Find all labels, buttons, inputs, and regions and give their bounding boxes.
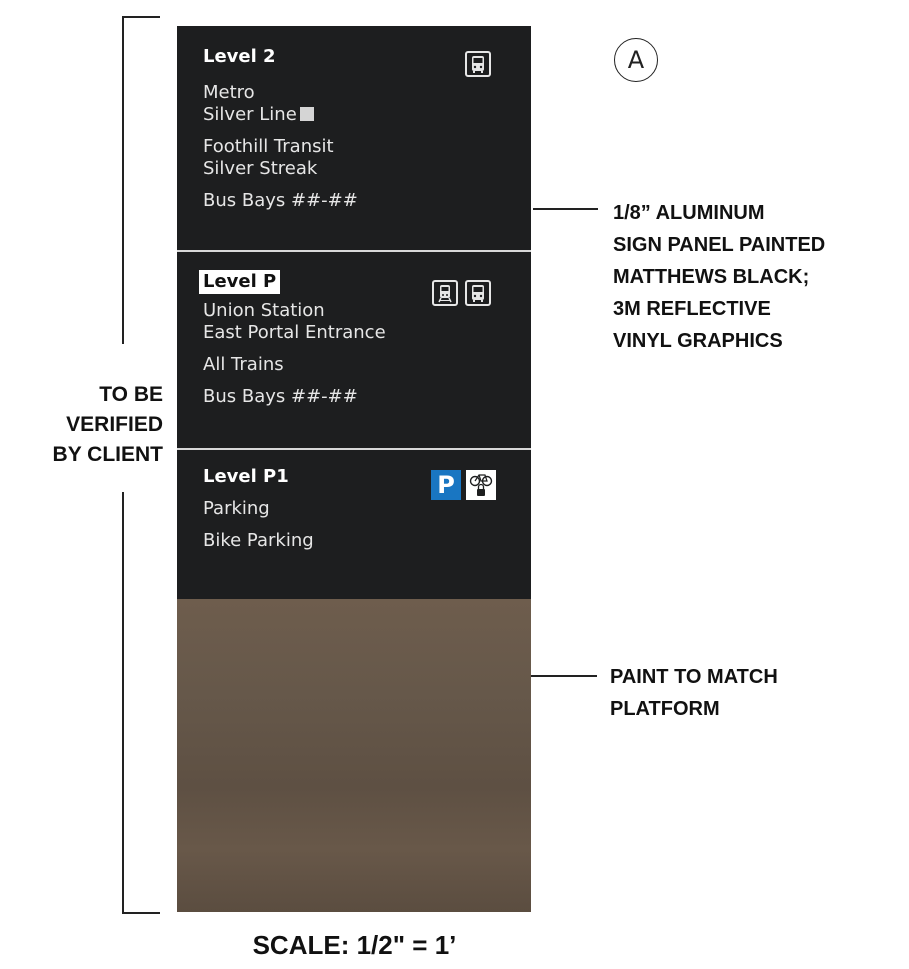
level-2-section: Level 2 Metro Silver Line Foothill Trans…	[203, 46, 358, 212]
line-silver-streak: Silver Streak	[203, 158, 318, 179]
line-foothill: Foothill Transit	[203, 136, 334, 157]
section-divider-1	[177, 250, 531, 252]
sign-type-marker: A	[614, 38, 658, 82]
line-bike-parking: Bike Parking	[203, 530, 314, 551]
line-silver-line: Silver Line	[203, 104, 358, 126]
line-bus-bays-1: Bus Bays ##-##	[203, 190, 358, 211]
panel-note-line-4: 3M REFLECTIVE	[613, 298, 771, 320]
base-note-line-1: PAINT TO MATCH	[610, 666, 778, 688]
level-2-title: Level 2	[203, 46, 276, 67]
panel-note-line-1: 1/8” ALUMINUM	[613, 202, 765, 224]
level-p1-section: Level P1 Parking Bike Parking	[203, 466, 314, 552]
scale-text: SCALE: 1/2" = 1’	[252, 930, 457, 960]
verify-line-1: TO BE	[99, 383, 163, 406]
verify-label: TO BE VERIFIED BY CLIENT	[0, 380, 163, 470]
bracket-bottom-tick	[122, 912, 160, 914]
line-parking: Parking	[203, 498, 270, 519]
parking-icon: P	[431, 470, 461, 500]
bracket-top-tick	[122, 16, 160, 18]
panel-note-line-2: SIGN PANEL PAINTED	[613, 234, 826, 256]
line-bus-bays-2: Bus Bays ##-##	[203, 386, 358, 407]
line-all-trains: All Trains	[203, 354, 284, 375]
sign-base	[177, 599, 531, 912]
bike-lock-icon	[466, 470, 496, 500]
bracket-upper-line	[122, 16, 124, 344]
scale-label: SCALE: 1/2" = 1’	[0, 930, 909, 961]
bus-icon	[465, 280, 491, 306]
bracket-lower-line	[122, 492, 124, 913]
base-note-line-2: PLATFORM	[610, 698, 720, 720]
bus-icon	[465, 51, 491, 77]
panel-leader-line	[533, 208, 598, 210]
panel-note-line-5: VINYL GRAPHICS	[613, 330, 783, 352]
section-divider-2	[177, 448, 531, 450]
base-leader-line	[531, 675, 597, 677]
base-paint-note: PAINT TO MATCH PLATFORM	[610, 661, 778, 725]
line-metro: Metro	[203, 82, 255, 103]
verify-line-2: VERIFIED	[66, 413, 163, 436]
level-p-title: Level P	[199, 270, 281, 294]
silver-line-swatch-icon	[299, 107, 314, 121]
level-p1-title: Level P1	[203, 466, 289, 487]
line-east-portal: East Portal Entrance	[203, 322, 386, 343]
verify-line-3: BY CLIENT	[52, 443, 163, 466]
panel-spec-note: 1/8” ALUMINUM SIGN PANEL PAINTED MATTHEW…	[613, 197, 825, 357]
level-p-row: Level P	[199, 270, 386, 294]
silver-line-text: Silver Line	[203, 104, 297, 125]
level-p-section: Level P Union Station East Portal Entran…	[199, 270, 386, 408]
train-icon	[432, 280, 458, 306]
line-union-station: Union Station	[203, 300, 325, 321]
panel-note-line-3: MATTHEWS BLACK;	[613, 266, 810, 288]
